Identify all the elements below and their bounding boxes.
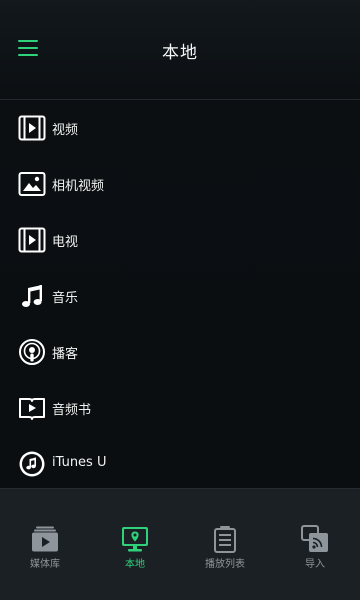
list-item-label: 相机视频 [52,179,105,194]
video-icon [18,115,46,141]
list-item-itunes-u[interactable]: iTunes U [0,436,360,492]
list-item-camera-video[interactable]: 相机视频 [0,156,360,212]
page-title: 本地 [162,43,198,63]
app-root: 本地 视频 相机视频 电视 音乐 播客 音频书 iTunes U 媒体库 本地 … [0,0,360,600]
playlist-icon [214,526,236,553]
audiobook-icon [19,398,45,420]
list-item-music[interactable]: 音乐 [0,268,360,324]
tab-label: 导入 [305,559,325,570]
tab-label: 播放列表 [205,559,245,570]
list-item-label: 音乐 [52,291,79,306]
list-item-label: 视频 [52,123,79,138]
local-media-list: 视频 相机视频 电视 音乐 播客 音频书 iTunes U [0,100,360,492]
import-icon [301,525,328,552]
list-item-video[interactable]: 视频 [0,100,360,156]
list-item-label: 电视 [52,235,79,250]
list-item-label: iTunes U [52,455,107,470]
list-item-audiobook[interactable]: 音频书 [0,380,360,436]
local-device-icon [122,527,148,552]
library-icon [32,526,58,552]
tab-label: 媒体库 [30,559,60,570]
list-item-tv[interactable]: 电视 [0,212,360,268]
list-item-label: 音频书 [52,403,92,418]
tab-library[interactable]: 媒体库 [0,489,90,600]
tab-playlist[interactable]: 播放列表 [180,489,270,600]
list-item-label: 播客 [52,347,79,362]
list-item-podcast[interactable]: 播客 [0,324,360,380]
tab-label: 本地 [125,559,145,570]
camera-photo-icon [18,172,46,196]
tab-import[interactable]: 导入 [270,489,360,600]
itunes-u-icon [19,451,45,477]
podcast-icon [19,339,45,365]
tab-local[interactable]: 本地 [90,489,180,600]
header: 本地 [0,0,360,100]
bottom-tab-bar: 媒体库 本地 播放列表 导入 [0,488,360,600]
music-note-icon [22,285,42,307]
tv-icon [18,227,46,253]
